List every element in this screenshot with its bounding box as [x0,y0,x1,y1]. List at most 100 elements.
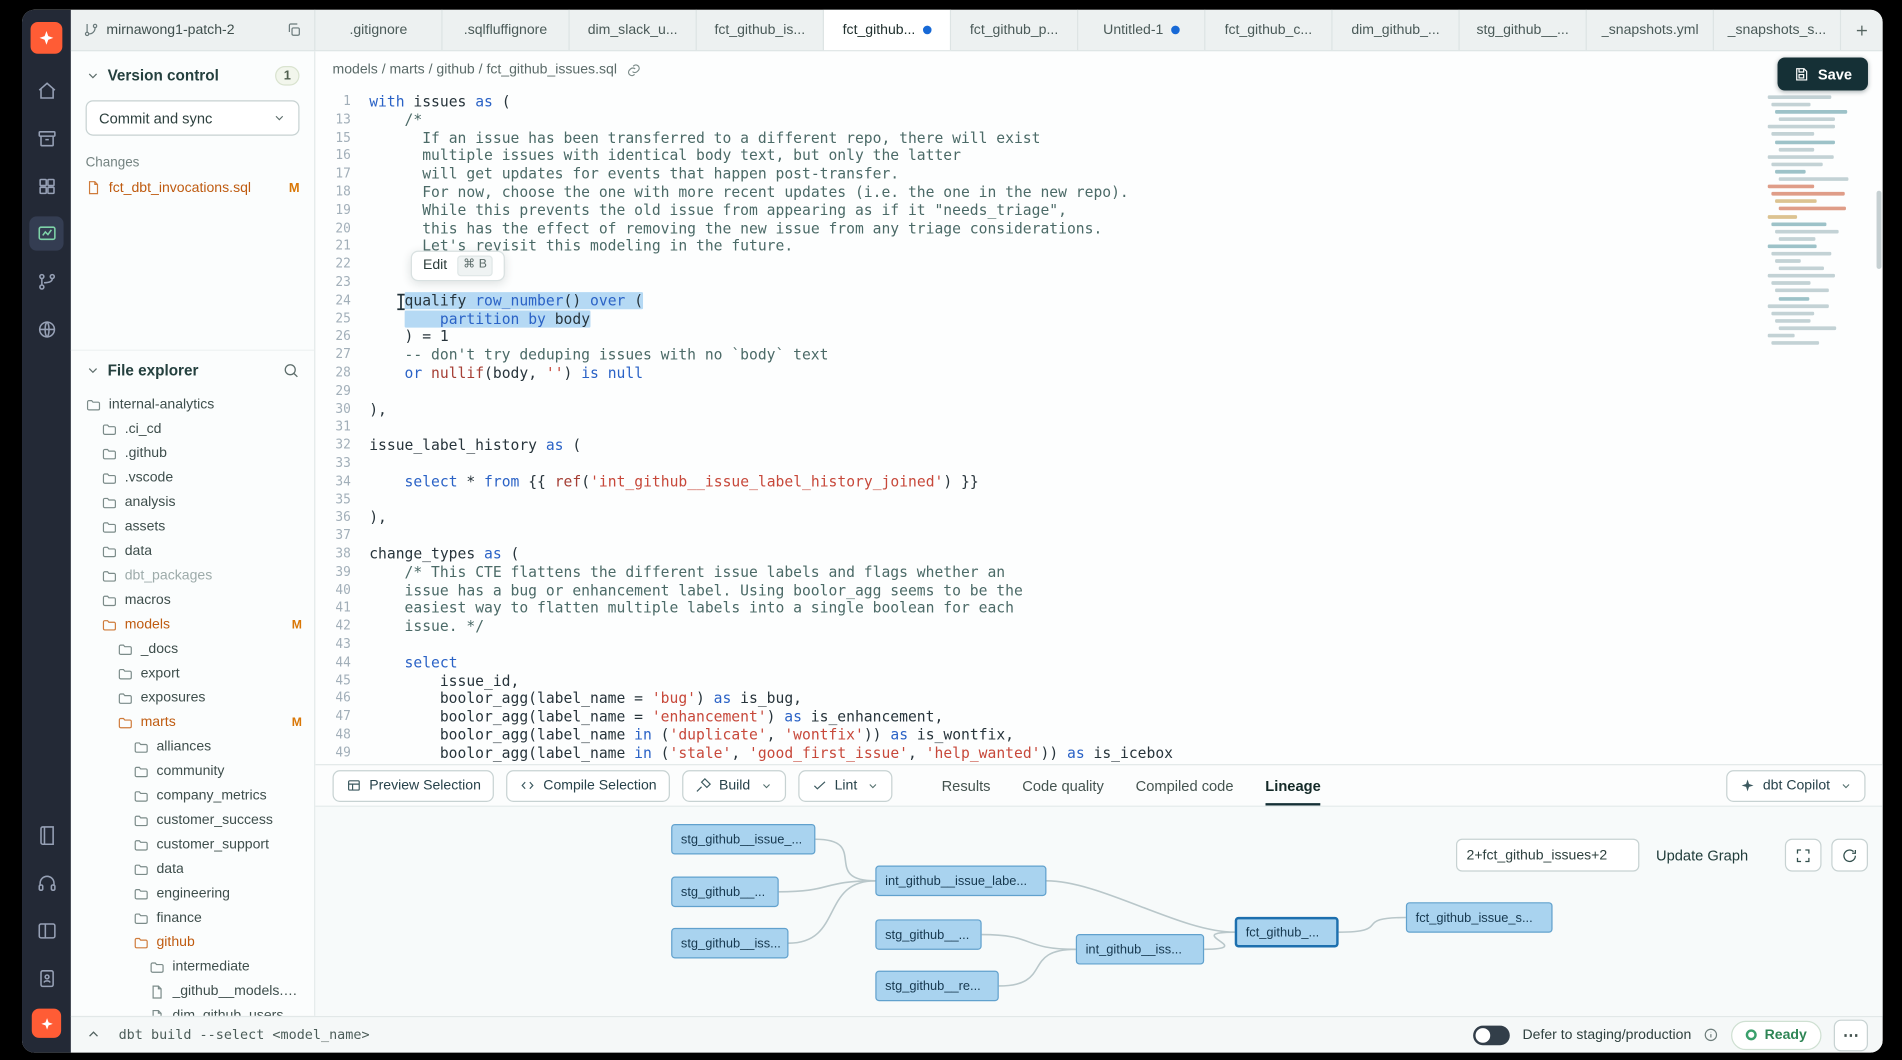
code-line[interactable]: 37 [315,527,1882,545]
projects-icon[interactable] [29,121,63,155]
file-tab[interactable]: .gitignore [315,10,442,50]
code-line[interactable]: 31 [315,419,1882,437]
tree-item[interactable]: modelsM [71,612,314,636]
studio-ide-icon[interactable] [29,216,63,250]
file-tab[interactable]: stg_github__... [1460,10,1587,50]
lint-button[interactable]: Lint [798,770,893,802]
code-line[interactable]: 28 or nullif(body, '') is null [315,364,1882,382]
tree-item[interactable]: _github__models.yml [71,979,314,1003]
code-line[interactable]: 42 issue. */ [315,617,1882,635]
copy-branch-icon[interactable] [286,22,302,38]
tree-item[interactable]: alliances [71,735,314,759]
code-editor[interactable]: 1with issues as (13 /*15 If an issue has… [315,88,1882,764]
file-tab[interactable]: .sqlfluffignore [443,10,570,50]
code-line[interactable]: 13 /* [315,111,1882,129]
tab-compiled-code[interactable]: Compiled code [1136,765,1234,805]
lineage-node[interactable]: stg_github__... [875,919,981,950]
code-line[interactable]: 17 will get updates for events that happ… [315,165,1882,183]
file-tab[interactable]: fct_github_c... [1205,10,1332,50]
commit-and-sync-dropdown[interactable]: Commit and sync [86,100,300,135]
code-line[interactable]: 44 select [315,654,1882,672]
tree-item[interactable]: _docs [71,637,314,661]
changed-file-row[interactable]: fct_dbt_invocations.sql M [86,180,300,196]
file-link-icon[interactable] [626,62,642,78]
code-line[interactable]: 34 select * from {{ ref('int_github__iss… [315,473,1882,491]
tree-item[interactable]: exposures [71,686,314,710]
code-line[interactable]: 38change_types as ( [315,545,1882,563]
save-button[interactable]: Save [1777,57,1868,90]
file-explorer-header[interactable]: File explorer [71,351,314,390]
edit-tooltip[interactable]: Edit ⌘ B [411,251,505,281]
support-icon[interactable] [29,866,63,900]
code-line[interactable]: 24 qualify row_number() over ( [315,292,1882,310]
home-icon[interactable] [29,73,63,107]
more-options-button[interactable]: ⋯ [1834,1019,1868,1051]
code-line[interactable]: 26 ) = 1 [315,328,1882,346]
preview-selection-button[interactable]: Preview Selection [333,770,495,802]
lineage-node[interactable]: fct_github_... [1235,917,1339,948]
tree-item[interactable]: community [71,759,314,783]
tree-item[interactable]: data [71,539,314,563]
code-line[interactable]: 46 boolor_agg(label_name = 'bug') as is_… [315,690,1882,708]
code-line[interactable]: 41 easiest way to flatten multiple label… [315,599,1882,617]
code-line[interactable]: 36), [315,509,1882,527]
lineage-node[interactable]: stg_github__issue_... [671,824,815,855]
tree-item[interactable]: macros [71,588,314,612]
compile-selection-button[interactable]: Compile Selection [507,770,670,802]
lineage-canvas[interactable]: Update Graph stg_github__issue_... stg_gi… [315,806,1882,1016]
code-line[interactable]: 29 [315,382,1882,400]
tree-item[interactable]: analysis [71,490,314,514]
code-line[interactable]: 39 /* This CTE flattens the different is… [315,563,1882,581]
tree-item[interactable]: .github [71,441,314,465]
file-tab[interactable]: fct_github... [824,10,951,50]
fullscreen-button[interactable] [1785,839,1822,872]
file-tab[interactable]: fct_github_is... [697,10,824,50]
file-tab[interactable]: Untitled-1 [1078,10,1205,50]
code-line[interactable]: 40 issue has a bug or enhancement label.… [315,581,1882,599]
tree-item[interactable]: engineering [71,881,314,905]
update-graph-button[interactable]: Update Graph [1649,839,1756,872]
minimap[interactable] [1768,95,1871,348]
command-input[interactable]: dbt build --select <model_name> [119,1027,370,1043]
code-line[interactable]: 27 -- don't try deduping issues with no … [315,346,1882,364]
tree-item[interactable]: assets [71,515,314,539]
tree-item[interactable]: company_metrics [71,784,314,808]
tree-item[interactable]: dim_github_users.sql [71,1004,314,1016]
code-line[interactable]: 32issue_label_history as ( [315,437,1882,455]
lineage-node[interactable]: fct_github_issue_s... [1406,902,1553,933]
defer-toggle[interactable] [1474,1025,1511,1045]
file-tab[interactable]: dim_slack_u... [570,10,697,50]
tab-code-quality[interactable]: Code quality [1022,765,1104,805]
dashboard-icon[interactable] [29,169,63,203]
expand-panel-icon[interactable] [86,1027,102,1043]
tree-item[interactable]: export [71,661,314,685]
file-tab[interactable]: _snapshots_s... [1714,10,1841,50]
lineage-node[interactable]: int_github__issue_labe... [875,866,1046,897]
code-line[interactable]: 1with issues as ( [315,93,1882,111]
build-button[interactable]: Build [682,770,785,802]
tree-item[interactable]: github [71,930,314,954]
docs-icon[interactable] [29,818,63,852]
code-line[interactable]: 19 While this prevents the old issue fro… [315,201,1882,219]
tree-item[interactable]: finance [71,906,314,930]
code-line[interactable]: 49 boolor_agg(label_name in ('stale', 'g… [315,744,1882,762]
code-line[interactable]: 21 Let's revisit this modeling in the fu… [315,238,1882,256]
code-line[interactable]: 35 [315,491,1882,509]
dbt-logo-icon[interactable] [31,22,63,54]
tree-item[interactable]: martsM [71,710,314,734]
code-line[interactable]: 43 [315,636,1882,654]
dbt-copilot-button[interactable]: dbt Copilot [1726,770,1865,802]
search-icon[interactable] [282,362,299,379]
tree-item[interactable]: .ci_cd [71,417,314,441]
refresh-button[interactable] [1831,839,1868,872]
lineage-node[interactable]: stg_github__... [671,877,779,908]
tree-item[interactable]: customer_success [71,808,314,832]
tree-item[interactable]: .vscode [71,466,314,490]
user-avatar[interactable] [32,1009,61,1038]
code-line[interactable]: 25 partition by body [315,310,1882,328]
lineage-node[interactable]: stg_github__re... [875,971,998,1002]
new-tab-button[interactable] [1841,10,1883,50]
tab-results[interactable]: Results [942,765,991,805]
version-control-header[interactable]: Version control 1 [86,66,300,86]
tree-item[interactable]: internal-analytics [71,392,314,416]
